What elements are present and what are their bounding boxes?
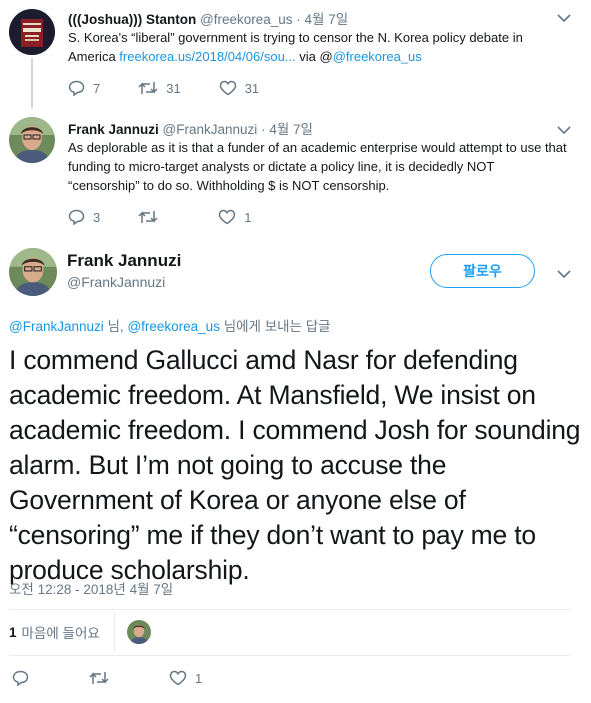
like-button[interactable]: 31 — [219, 80, 259, 96]
retweet-icon — [138, 82, 158, 94]
retweet-icon — [138, 211, 158, 223]
like-button[interactable]: 1 — [218, 209, 251, 225]
tweet-text: As deplorable as it is that a funder of … — [68, 140, 567, 193]
tweet-header: (((Joshua))) Stanton @freekorea_us · 4월 … — [68, 12, 349, 27]
follow-button[interactable]: 팔로우 — [430, 254, 535, 288]
like-button[interactable]: 1 — [169, 670, 202, 686]
like-count: 1 — [244, 209, 252, 225]
reply-count: 3 — [93, 209, 101, 225]
timestamp[interactable]: 오전 12:28 - 2018년 4월 7일 — [9, 578, 173, 598]
reply-icon — [68, 80, 85, 96]
retweet-count: 31 — [166, 80, 181, 96]
reply-to-handle[interactable]: @FrankJannuzi — [9, 319, 104, 334]
retweet-icon — [89, 672, 109, 684]
tweet-header: Frank Jannuzi @FrankJannuzi · 4월 7일 — [68, 122, 313, 137]
heart-icon — [218, 209, 236, 225]
like-count: 31 — [244, 80, 260, 96]
retweet-button[interactable] — [89, 670, 117, 686]
chevron-down-icon[interactable] — [557, 10, 571, 28]
heart-icon — [169, 670, 187, 686]
author-name[interactable]: Frank Jannuzi — [67, 251, 181, 271]
reply-icon — [12, 670, 29, 686]
author-name[interactable]: (((Joshua))) Stanton — [68, 12, 196, 27]
avatar[interactable] — [9, 117, 55, 163]
author-name[interactable]: Frank Jannuzi — [68, 122, 159, 137]
tweet-date[interactable]: 4월 7일 — [305, 12, 349, 27]
likes-count: 1 — [9, 624, 17, 640]
avatar[interactable] — [126, 620, 151, 644]
heart-icon — [219, 80, 236, 96]
tweet-actions: 1 — [12, 670, 254, 686]
tweet-actions: 7 31 31 — [68, 80, 297, 96]
divider — [9, 655, 570, 656]
tweet-card[interactable]: (((Joshua))) Stanton @freekorea_us · 4월 … — [0, 0, 591, 114]
like-count: 1 — [195, 670, 203, 686]
reply-count: 7 — [93, 80, 101, 96]
reply-button[interactable] — [12, 670, 37, 686]
likes-label: 마음에 들어요 — [21, 626, 100, 641]
divider — [9, 609, 570, 610]
tweet-link[interactable]: freekorea.us/2018/04/06/sou... — [119, 49, 295, 64]
avatar[interactable] — [9, 9, 55, 55]
likes-summary[interactable]: 1 마음에 들어요 — [9, 612, 151, 652]
tweet-text: I commend Gallucci amd Nasr for defendin… — [9, 345, 581, 585]
thread-line — [31, 58, 33, 114]
retweet-button[interactable] — [138, 209, 166, 225]
via-handle-link[interactable]: @freekorea_us — [333, 49, 422, 64]
chevron-down-icon[interactable] — [557, 266, 571, 284]
reply-to-line: @FrankJannuzi 님, @freekorea_us 님에게 보내는 답… — [9, 319, 331, 334]
reply-button[interactable]: 3 — [68, 209, 100, 225]
reply-button[interactable]: 7 — [68, 80, 100, 96]
author-handle[interactable]: @FrankJannuzi — [163, 122, 258, 137]
retweet-button[interactable]: 31 — [138, 80, 181, 96]
tweet-actions: 3 1 — [68, 209, 289, 225]
reply-icon — [68, 209, 85, 225]
author-handle[interactable]: @freekorea_us — [200, 12, 293, 27]
reply-to-handle[interactable]: @freekorea_us — [127, 319, 220, 334]
tweet-date[interactable]: 4월 7일 — [269, 122, 313, 137]
divider — [113, 612, 115, 652]
author-handle[interactable]: @FrankJannuzi — [67, 274, 165, 290]
tweet-card[interactable]: Frank Jannuzi @FrankJannuzi · 4월 7일 As d… — [0, 108, 591, 236]
tweet-text: S. Korea's “liberal” government is tryin… — [68, 30, 523, 64]
avatar[interactable] — [9, 248, 57, 296]
